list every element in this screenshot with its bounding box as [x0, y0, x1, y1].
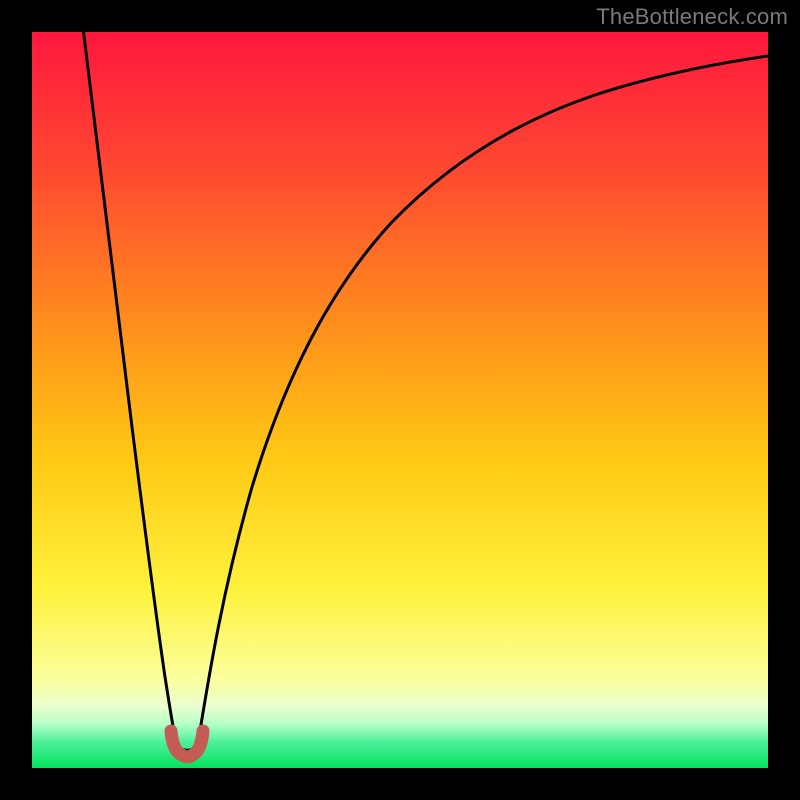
curve-path: [84, 32, 769, 750]
minimum-marker: [171, 731, 203, 757]
plot-area: [32, 32, 768, 768]
bottleneck-curve: [32, 32, 768, 768]
watermark-text: TheBottleneck.com: [596, 4, 788, 30]
chart-frame: TheBottleneck.com: [0, 0, 800, 800]
